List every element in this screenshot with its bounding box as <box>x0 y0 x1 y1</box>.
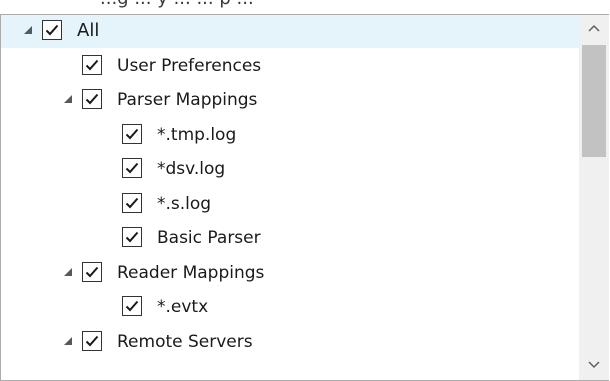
checkmark-icon <box>85 335 99 346</box>
vertical-scrollbar[interactable] <box>579 15 609 380</box>
tree-item[interactable]: *.evtx <box>1 290 579 324</box>
tree-item-checkbox[interactable] <box>122 296 142 316</box>
tree-item-checkbox[interactable] <box>82 330 102 351</box>
tree-item-checkbox[interactable] <box>82 54 102 75</box>
expand-triangle-icon[interactable] <box>64 336 72 345</box>
expand-triangle-icon[interactable] <box>64 267 72 276</box>
scroll-up-button[interactable] <box>579 15 609 43</box>
tree-item-label: *.evtx <box>157 297 209 317</box>
tree-item-label: *.s.log <box>157 193 212 214</box>
tree-item-label: *dsv.log <box>157 159 226 179</box>
tree-item-label: Basic Parser <box>157 228 261 248</box>
tree-item[interactable]: User Preferences <box>1 49 579 83</box>
tree-item-checkbox[interactable] <box>122 227 142 247</box>
checkmark-icon <box>125 197 139 208</box>
checkmark-icon <box>125 231 139 243</box>
tree-item-checkbox[interactable] <box>42 20 62 40</box>
checkmark-icon <box>125 128 139 139</box>
tree-item-label: Parser Mappings <box>117 90 258 110</box>
tree-item[interactable]: Parser Mappings <box>1 83 579 117</box>
tree-item-label: Reader Mappings <box>117 262 265 283</box>
tree-item[interactable]: *.tmp.log <box>1 118 579 152</box>
tree-view[interactable]: All User Preferences Parser Mappings *.tmp.… <box>0 14 609 381</box>
tree-item-label: Remote Servers <box>117 331 253 352</box>
checkmark-icon <box>45 24 59 36</box>
tree-item[interactable]: Basic Parser <box>1 221 579 255</box>
header-cutoff-text: ...g ... y ... ... p ... <box>100 0 254 9</box>
scroll-thumb[interactable] <box>582 45 606 157</box>
chevron-down-icon <box>588 361 600 369</box>
tree-item-label: User Preferences <box>117 55 262 76</box>
tree-item-checkbox[interactable] <box>122 192 142 213</box>
scroll-down-button[interactable] <box>579 352 609 380</box>
checkmark-icon <box>125 300 139 312</box>
tree-item-checkbox[interactable] <box>82 89 102 109</box>
checkmark-icon <box>85 93 99 105</box>
tree-item-checkbox[interactable] <box>82 261 102 282</box>
header-cutoff: ...g ... y ... ... p ... <box>0 0 610 14</box>
tree-item[interactable]: Reader Mappings <box>1 256 579 290</box>
tree-item[interactable]: All <box>1 15 579 48</box>
tree-items-container: All User Preferences Parser Mappings *.tmp.… <box>1 15 579 380</box>
checkmark-icon <box>85 59 99 70</box>
checkmark-icon <box>85 266 99 277</box>
tree-item[interactable]: *dsv.log <box>1 152 579 186</box>
chevron-up-icon <box>588 24 600 32</box>
expand-triangle-icon[interactable] <box>64 95 72 103</box>
tree-item-label: *.tmp.log <box>157 124 237 145</box>
tree-item[interactable]: Remote Servers <box>1 325 579 359</box>
expand-triangle-icon[interactable] <box>24 26 32 34</box>
tree-item[interactable]: *.s.log <box>1 187 579 221</box>
tree-item-label: All <box>77 20 100 41</box>
tree-item-checkbox[interactable] <box>122 123 142 144</box>
checkmark-icon <box>125 162 139 174</box>
tree-item-checkbox[interactable] <box>122 158 142 178</box>
